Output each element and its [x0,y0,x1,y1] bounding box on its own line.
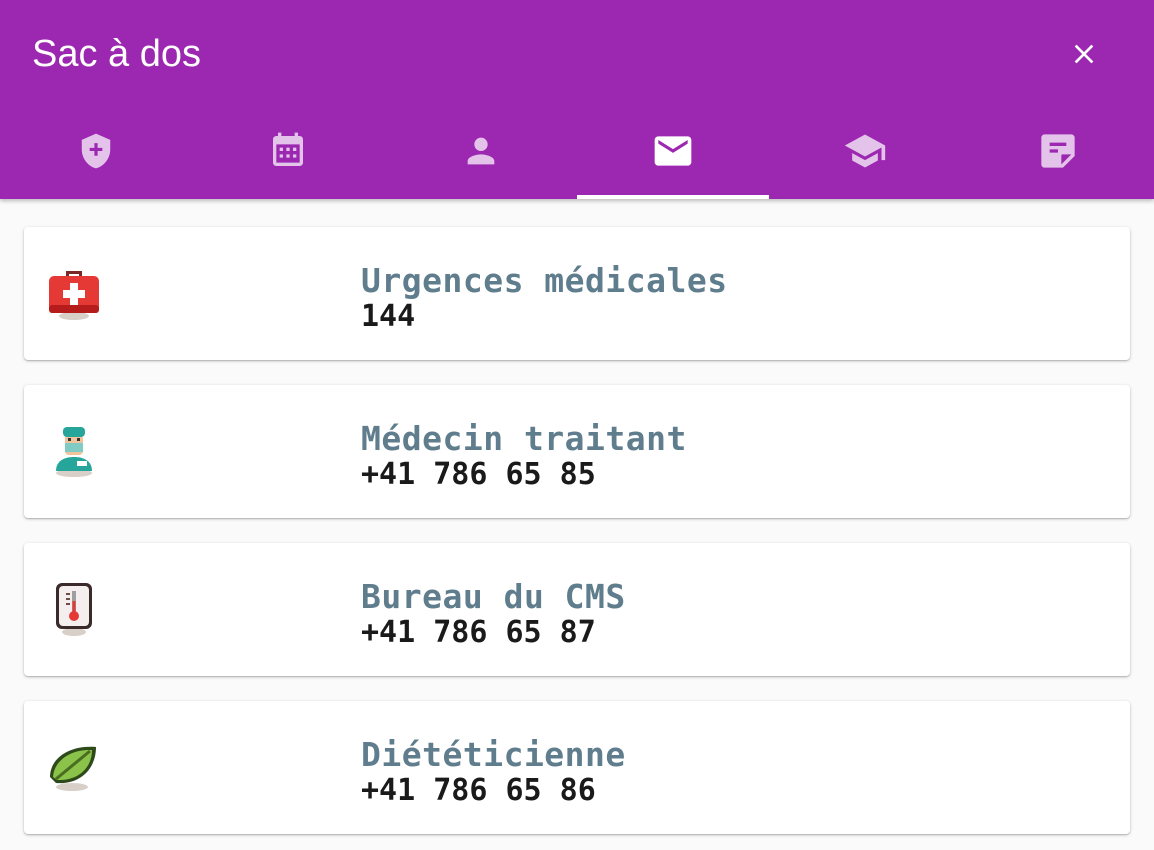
contact-phone: 144 [361,299,416,334]
note-icon [1038,131,1078,171]
contact-name: Médecin traitant [361,419,687,458]
contact-list: Urgences médicales 144 Médecin traitant … [24,227,1130,850]
doctor-icon [44,421,104,481]
contact-card-emergency[interactable]: Urgences médicales 144 [24,227,1130,360]
person-icon [461,131,501,171]
backpack-dialog: Sac à dos Urgences médicales 144 Médecin… [0,0,1154,850]
close-icon [1068,38,1100,70]
tab-education[interactable] [769,103,961,199]
contact-name: Urgences médicales [361,261,728,300]
tab-indicator [576,195,770,199]
contact-name: Bureau du CMS [361,577,626,616]
contact-phone: +41 786 65 85 [361,457,596,492]
school-icon [843,129,887,173]
shield-plus-icon [77,132,115,170]
tab-profile[interactable] [385,103,577,199]
tab-bar [0,103,1154,199]
calendar-icon [268,131,308,171]
mail-icon [651,129,695,173]
contact-card-doctor[interactable]: Médecin traitant +41 786 65 85 [24,385,1130,518]
thermometer-icon [44,579,104,639]
first-aid-kit-icon [44,263,104,323]
tab-calendar[interactable] [192,103,384,199]
page-title: Sac à dos [32,33,201,75]
contact-phone: +41 786 65 87 [361,615,596,650]
tab-notes[interactable] [962,103,1154,199]
contact-name: Diététicienne [361,735,626,774]
contact-phone: +41 786 65 86 [361,773,596,808]
app-bar: Sac à dos [0,0,1154,199]
leaf-icon [44,737,104,797]
tab-contacts[interactable] [576,103,770,199]
contact-card-dietitian[interactable]: Diététicienne +41 786 65 86 [24,701,1130,834]
tab-health[interactable] [0,103,192,199]
close-button[interactable] [1060,30,1108,78]
contact-card-cms[interactable]: Bureau du CMS +41 786 65 87 [24,543,1130,676]
